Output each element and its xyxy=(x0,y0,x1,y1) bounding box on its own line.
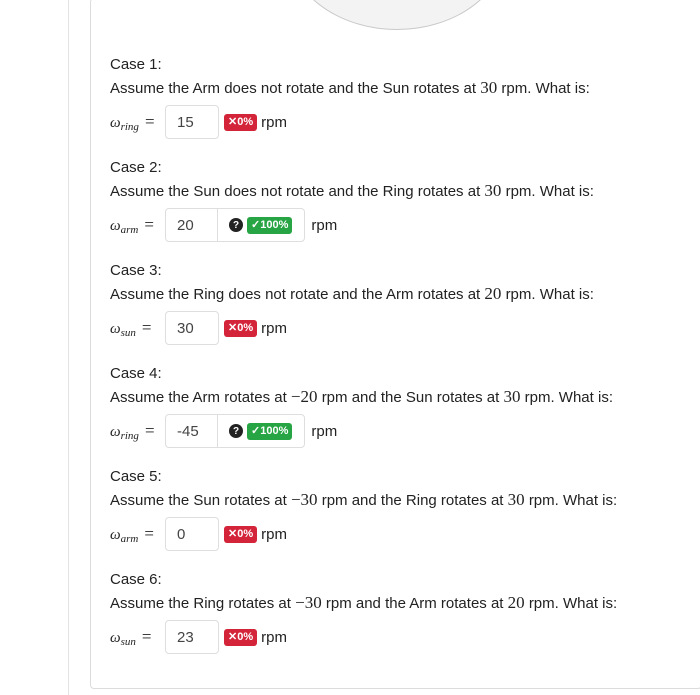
case-2: Case 2: Assume the Sun does not rotate a… xyxy=(110,159,594,242)
feedback-area: ? ✓100% xyxy=(218,216,304,234)
case-title: Case 3: xyxy=(110,262,162,279)
question-text: Assume the Arm rotates at xyxy=(110,389,287,406)
question-text-end: rpm. What is: xyxy=(501,80,590,97)
case-6: Case 6: Assume the Ring rotates at −30 r… xyxy=(110,571,617,654)
answer-input[interactable]: -45 xyxy=(166,415,218,447)
unit-label: rpm xyxy=(311,422,338,440)
question-text-mid: rpm and the Arm rotates at xyxy=(325,595,504,612)
incorrect-badge: ✕0% xyxy=(224,113,258,131)
question-text: Assume the Arm does not rotate and the S… xyxy=(110,80,477,97)
answer-input[interactable]: 15 xyxy=(166,106,218,138)
answer-row: ωring = 15 ✕0% rpm xyxy=(110,105,590,139)
answer-field[interactable]: 15 xyxy=(165,105,219,139)
incorrect-badge: ✕0% xyxy=(224,525,258,543)
case-title: Case 2: xyxy=(110,159,162,176)
answer-field[interactable]: 30 xyxy=(165,311,219,345)
question-text-end: rpm. What is: xyxy=(505,183,594,200)
variable-label: ωarm = xyxy=(110,523,154,545)
question-text: Assume the Ring does not rotate and the … xyxy=(110,286,481,303)
case-4: Case 4: Assume the Arm rotates at −20 rp… xyxy=(110,365,613,448)
answer-field[interactable]: 0 xyxy=(165,517,219,551)
question-text-end: rpm. What is: xyxy=(505,286,594,303)
speed-value: 30 xyxy=(480,78,498,97)
case-question: Assume the Sun does not rotate and the R… xyxy=(110,182,594,201)
unit-label: rpm xyxy=(261,319,287,337)
feedback-area: ? ✓100% xyxy=(218,422,304,440)
speed-value-2: 30 xyxy=(507,490,525,509)
answer-input[interactable]: 30 xyxy=(166,312,218,344)
answer-row: ωarm = 20 ? ✓100% rpm xyxy=(110,208,594,242)
question-text: Assume the Sun rotates at xyxy=(110,492,287,509)
speed-value: 30 xyxy=(484,181,502,200)
question-text-end: rpm. What is: xyxy=(528,595,618,612)
answer-row: ωsun = 30 ✕0% rpm xyxy=(110,311,594,345)
incorrect-badge: ✕0% xyxy=(224,628,258,646)
answer-field[interactable]: 20 ? ✓100% xyxy=(165,208,306,242)
variable-label: ωring = xyxy=(110,420,155,442)
unit-label: rpm xyxy=(261,628,287,646)
case-title: Case 6: xyxy=(110,571,162,588)
case-title: Case 5: xyxy=(110,468,162,485)
case-3: Case 3: Assume the Ring does not rotate … xyxy=(110,262,594,345)
case-question: Assume the Arm rotates at −20 rpm and th… xyxy=(110,388,613,407)
question-text-mid: rpm and the Sun rotates at xyxy=(321,389,500,406)
variable-label: ωsun = xyxy=(110,317,152,339)
unit-label: rpm xyxy=(311,216,338,234)
case-1: Case 1: Assume the Arm does not rotate a… xyxy=(110,56,590,139)
unit-label: rpm xyxy=(261,113,287,131)
speed-value-2: 30 xyxy=(503,387,521,406)
answer-row: ωsun = 23 ✕0% rpm xyxy=(110,620,617,654)
case-question: Assume the Arm does not rotate and the S… xyxy=(110,79,590,98)
question-text-end: rpm. What is: xyxy=(528,492,618,509)
variable-label: ωsun = xyxy=(110,626,152,648)
answer-row: ωarm = 0 ✕0% rpm xyxy=(110,517,617,551)
variable-label: ωarm = xyxy=(110,214,154,236)
speed-value: −30 xyxy=(290,490,318,509)
question-text: Assume the Ring rotates at xyxy=(110,595,291,612)
question-text-mid: rpm and the Ring rotates at xyxy=(321,492,504,509)
page-left-rule xyxy=(68,0,69,695)
variable-label: ωring = xyxy=(110,111,155,133)
help-icon[interactable]: ? xyxy=(229,218,243,232)
answer-input[interactable]: 20 xyxy=(166,209,218,241)
speed-value: 20 xyxy=(484,284,502,303)
question-text-end: rpm. What is: xyxy=(524,389,613,406)
case-question: Assume the Ring does not rotate and the … xyxy=(110,285,594,304)
help-icon[interactable]: ? xyxy=(229,424,243,438)
case-question: Assume the Ring rotates at −30 rpm and t… xyxy=(110,594,617,613)
correct-badge: ✓100% xyxy=(247,422,293,440)
speed-value-2: 20 xyxy=(507,593,525,612)
incorrect-badge: ✕0% xyxy=(224,319,258,337)
case-title: Case 1: xyxy=(110,56,162,73)
answer-field[interactable]: -45 ? ✓100% xyxy=(165,414,306,448)
question-text: Assume the Sun does not rotate and the R… xyxy=(110,183,481,200)
speed-value: −30 xyxy=(295,593,322,612)
case-question: Assume the Sun rotates at −30 rpm and th… xyxy=(110,491,617,510)
correct-badge: ✓100% xyxy=(247,216,293,234)
speed-value: −20 xyxy=(290,387,318,406)
case-5: Case 5: Assume the Sun rotates at −30 rp… xyxy=(110,468,617,551)
answer-row: ωring = -45 ? ✓100% rpm xyxy=(110,414,613,448)
case-title: Case 4: xyxy=(110,365,162,382)
unit-label: rpm xyxy=(261,525,287,543)
answer-field[interactable]: 23 xyxy=(165,620,219,654)
answer-input[interactable]: 23 xyxy=(166,621,218,653)
answer-input[interactable]: 0 xyxy=(166,518,218,550)
